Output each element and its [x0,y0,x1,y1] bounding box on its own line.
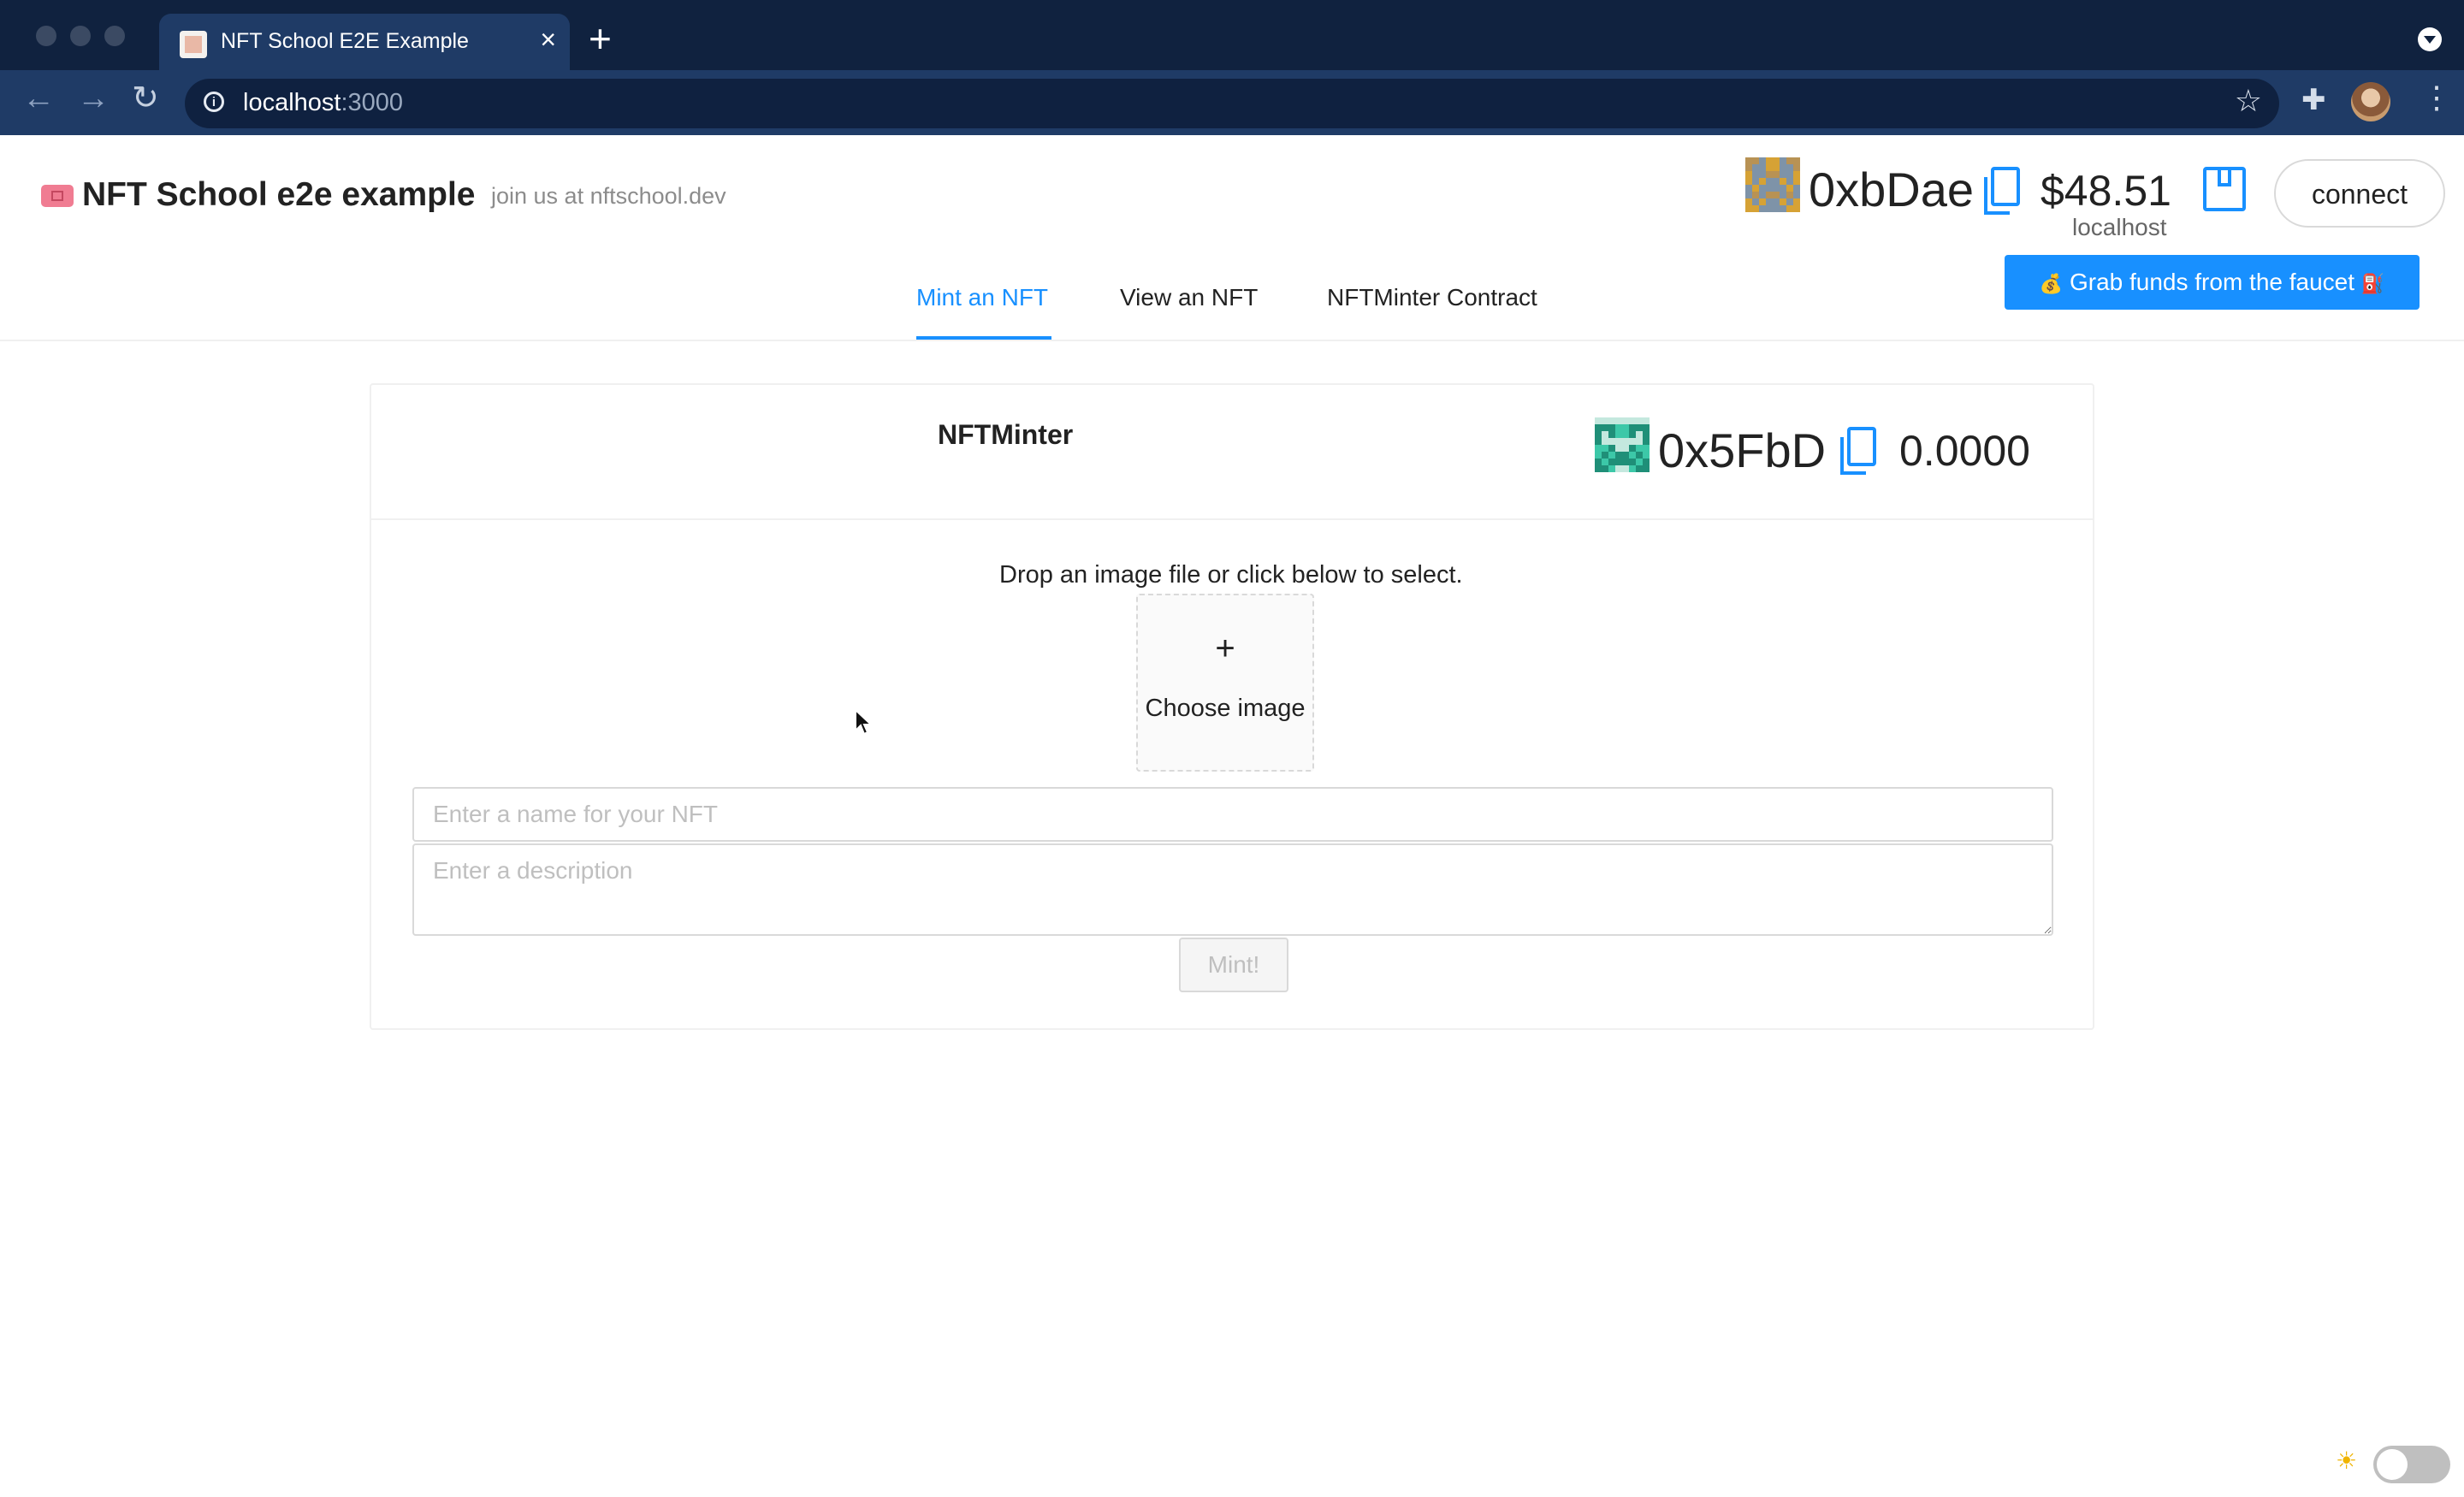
nft-name-input[interactable] [412,787,2053,842]
account-balance: $48.51 [2040,167,2171,215]
contract-blockie-icon [1595,417,1650,472]
drop-instructions: Drop an image file or click below to sel… [999,561,1463,589]
profile-avatar[interactable] [2351,82,2390,121]
browser-tab-bar: NFT School E2E Example × + [0,0,2464,80]
choose-image-label: Choose image [1145,695,1306,722]
faucet-label: Grab funds from the faucet [2069,269,2355,295]
mouse-cursor-icon [854,707,874,742]
ticket-icon [41,185,74,207]
app-subtitle: join us at nftschool.dev [491,183,726,209]
tab-search-icon[interactable] [2418,27,2442,51]
sun-icon: ☀ [2336,1447,2358,1474]
url-text[interactable]: localhost:3000 [243,89,403,117]
card-title: NFTMinter [938,419,1074,450]
tab-mint-nft[interactable]: Mint an NFT [916,284,1048,311]
account-address[interactable]: 0xbDae [1809,162,1974,217]
favicon-icon [180,31,207,58]
faucet-button[interactable]: 💰 Grab funds from the faucet ⛽ [2005,255,2420,310]
card-header: NFTMinter 0x5FbD 0.0000 [371,385,2093,520]
forward-arrow-icon[interactable]: → [77,82,110,115]
tab-view-nft[interactable]: View an NFT [1120,284,1258,311]
network-label: localhost [2072,214,2167,240]
plus-icon: + [1215,630,1235,667]
wallet-icon[interactable] [2202,166,2247,216]
reload-icon[interactable]: ↻ [132,82,159,115]
bookmark-star-icon[interactable]: ☆ [2235,86,2262,116]
window-minimize-dot[interactable] [70,26,91,46]
account-blockie-icon [1745,157,1800,212]
nftminter-card: NFTMinter 0x5FbD 0.0000 Drop an image fi… [370,383,2094,1030]
contract-address[interactable]: 0x5FbD [1658,423,1826,478]
connect-button[interactable]: connect [2274,159,2445,228]
copy-icon[interactable] [1839,426,1877,480]
image-upload-dropzone[interactable]: + Choose image [1136,594,1314,772]
window-maximize-dot[interactable] [104,26,125,46]
tab-title: NFT School E2E Example [221,29,469,53]
theme-toggle[interactable] [2373,1446,2450,1483]
new-tab-button[interactable]: + [589,19,612,58]
browser-menu-icon[interactable]: ⋮ [2421,82,2452,113]
browser-toolbar: ← → ↻ i localhost:3000 ☆ ✚ ⋮ [0,70,2464,135]
copy-icon[interactable] [1983,166,2021,220]
contract-balance: 0.0000 [1899,427,2030,475]
mint-button[interactable]: Mint! [1179,938,1288,992]
back-arrow-icon[interactable]: ← [22,82,55,115]
nft-description-input[interactable] [412,843,2053,936]
tab-close-icon[interactable]: × [540,26,556,53]
window-close-dot[interactable] [36,26,56,46]
address-bar[interactable]: i localhost:3000 ☆ [185,79,2279,128]
extensions-puzzle-icon[interactable]: ✚ [2301,86,2326,115]
app-title: NFT School e2e example [82,176,476,213]
money-bag-icon: 💰 [2039,273,2064,294]
fuel-pump-icon: ⛽ [2360,273,2385,294]
menu-divider [0,340,2464,341]
site-info-icon[interactable]: i [204,92,224,112]
tab-nftminter-contract[interactable]: NFTMinter Contract [1327,284,1537,311]
